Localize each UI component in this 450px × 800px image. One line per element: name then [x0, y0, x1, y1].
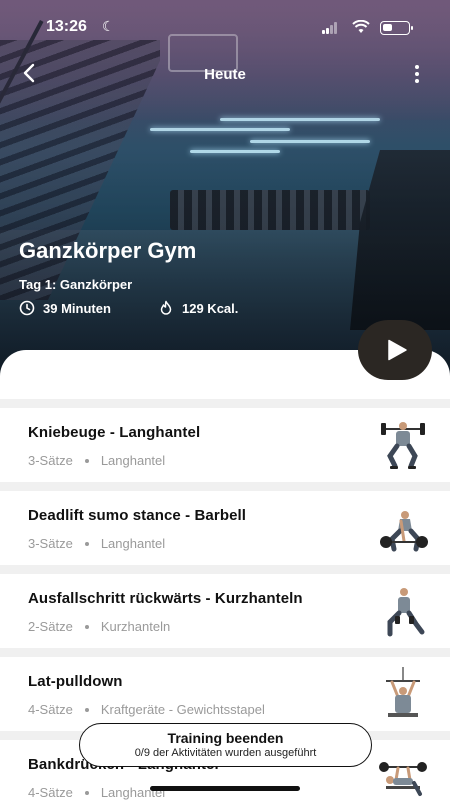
squat-figure-icon [381, 422, 425, 469]
battery-icon [380, 21, 413, 35]
exercise-equipment: Kurzhanteln [100, 619, 171, 634]
exercise-sets: 4-Sätze [28, 785, 73, 800]
exercise-name: Ausfallschritt rückwärts - Kurzhanteln [28, 590, 303, 607]
activity-progress-text: 0/9 der Aktivitäten wurden ausgeführt [134, 747, 317, 759]
exercise-details: 4-Sätze Kraftgeräte - Gewichtsstapel [28, 702, 265, 717]
separator-dot [84, 624, 89, 629]
exercise-details: 4-Sätze Langhantel [28, 785, 165, 800]
signal-icon [322, 22, 338, 34]
separator-dot [84, 541, 89, 546]
pulldown-figure-icon [386, 667, 420, 717]
exercise-sets: 3-Sätze [28, 536, 73, 551]
more-options-button[interactable] [408, 62, 428, 88]
divider [0, 648, 450, 657]
separator-dot [84, 707, 89, 712]
exercise-name: Kniebeuge - Langhantel [28, 424, 201, 441]
play-button[interactable] [358, 320, 432, 380]
exercise-name: Deadlift sumo stance - Barbell [28, 507, 247, 524]
exercise-equipment: Langhantel [100, 453, 166, 468]
play-icon [388, 339, 407, 361]
workout-title: Ganzkörper Gym [19, 238, 197, 263]
flame-icon [160, 300, 172, 315]
exercise-sets: 4-Sätze [28, 702, 73, 717]
status-time: 13:26 [46, 18, 87, 35]
workout-day: Tag 1: Ganzkörper [19, 277, 133, 292]
bench-press-figure-icon [379, 762, 427, 796]
calories-info: 129 Kcal. [158, 300, 238, 316]
exercise-sets: 2-Sätze [28, 619, 73, 634]
divider [0, 565, 450, 574]
duration-text: 39 Minuten [43, 300, 111, 316]
moon-icon: ☾ [102, 18, 115, 34]
exercise-equipment: Langhantel [100, 536, 166, 551]
separator-dot [84, 458, 89, 463]
separator-dot [84, 790, 89, 795]
duration-info: 39 Minuten [19, 300, 111, 316]
exercise-details: 2-Sätze Kurzhanteln [28, 619, 170, 634]
clock-icon [19, 300, 35, 316]
exercise-row[interactable]: Deadlift sumo stance - Barbell 3-Sätze L… [0, 491, 450, 565]
finish-training-button[interactable]: Training beenden 0/9 der Aktivitäten wur… [79, 723, 372, 767]
exercise-sets: 3-Sätze [28, 453, 73, 468]
more-dots-icon [415, 65, 419, 69]
status-bar: 13:26 ☾ [0, 12, 450, 42]
exercise-details: 3-Sätze Langhantel [28, 453, 165, 468]
exercise-row[interactable]: Kniebeuge - Langhantel 3-Sätze Langhante… [0, 408, 450, 482]
wifi-icon [352, 19, 370, 34]
exercise-row[interactable]: Ausfallschritt rückwärts - Kurzhanteln 2… [0, 574, 450, 648]
divider [0, 399, 450, 408]
lunge-figure-icon [387, 588, 425, 637]
home-indicator [150, 786, 300, 791]
calories-text: 129 Kcal. [182, 300, 239, 316]
divider [0, 482, 450, 491]
page-title: Heute [204, 66, 246, 83]
exercise-equipment: Kraftgeräte - Gewichtsstapel [100, 702, 265, 717]
deadlift-figure-icon [380, 511, 428, 552]
exercise-details: 3-Sätze Langhantel [28, 536, 165, 551]
finish-training-label: Training beenden [167, 730, 284, 746]
exercise-row[interactable]: Lat-pulldown 4-Sätze Kraftgeräte - Gewic… [0, 657, 450, 731]
exercise-name: Lat-pulldown [28, 673, 123, 690]
